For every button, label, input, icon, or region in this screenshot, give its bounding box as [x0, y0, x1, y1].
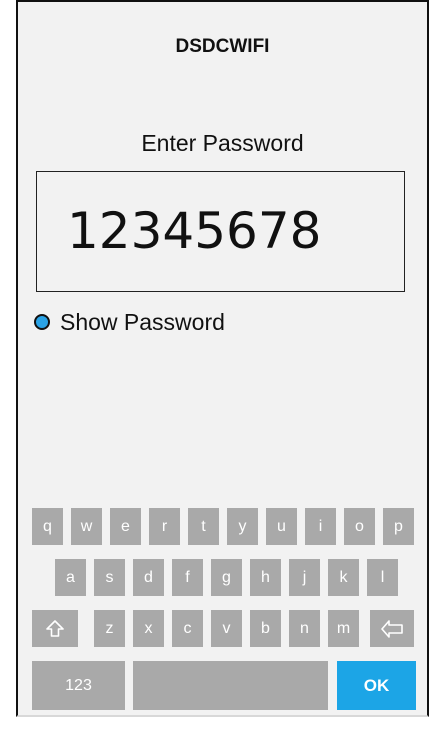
key-p[interactable]: p: [383, 508, 414, 545]
network-name: DSDCWIFI: [175, 36, 270, 57]
key-d[interactable]: d: [133, 559, 164, 596]
backspace-key[interactable]: [370, 610, 414, 647]
backspace-icon: [381, 619, 403, 638]
key-i[interactable]: i: [305, 508, 336, 545]
key-t[interactable]: t: [188, 508, 219, 545]
key-s[interactable]: s: [94, 559, 125, 596]
key-h[interactable]: h: [250, 559, 281, 596]
key-o[interactable]: o: [344, 508, 375, 545]
key-j[interactable]: j: [289, 559, 320, 596]
password-prompt: Enter Password: [141, 130, 304, 156]
key-g[interactable]: g: [211, 559, 242, 596]
key-q[interactable]: q: [32, 508, 63, 545]
key-c[interactable]: c: [172, 610, 203, 647]
key-u[interactable]: u: [266, 508, 297, 545]
key-b[interactable]: b: [250, 610, 281, 647]
shift-key[interactable]: [32, 610, 78, 647]
on-screen-keyboard: q w e r t y u i o p a s d f g h j k l z …: [18, 500, 427, 719]
key-x[interactable]: x: [133, 610, 164, 647]
key-e[interactable]: e: [110, 508, 141, 545]
key-r[interactable]: r: [149, 508, 180, 545]
key-w[interactable]: w: [71, 508, 102, 545]
key-a[interactable]: a: [55, 559, 86, 596]
key-f[interactable]: f: [172, 559, 203, 596]
password-field[interactable]: 12345678: [36, 171, 405, 292]
key-n[interactable]: n: [289, 610, 320, 647]
password-value: 12345678: [67, 202, 322, 260]
key-y[interactable]: y: [227, 508, 258, 545]
show-password-label: Show Password: [60, 308, 225, 335]
key-l[interactable]: l: [367, 559, 398, 596]
key-m[interactable]: m: [328, 610, 359, 647]
numbers-key[interactable]: 123: [32, 661, 125, 710]
show-password-option[interactable]: Show Password: [34, 306, 225, 338]
wifi-password-screen: DSDCWIFI Enter Password 12345678 Show Pa…: [16, 0, 429, 717]
ok-button[interactable]: OK: [337, 661, 416, 710]
show-password-radio[interactable]: [34, 314, 50, 330]
key-z[interactable]: z: [94, 610, 125, 647]
space-key[interactable]: [133, 661, 328, 710]
key-v[interactable]: v: [211, 610, 242, 647]
shift-arrow-icon: [46, 619, 64, 637]
key-k[interactable]: k: [328, 559, 359, 596]
